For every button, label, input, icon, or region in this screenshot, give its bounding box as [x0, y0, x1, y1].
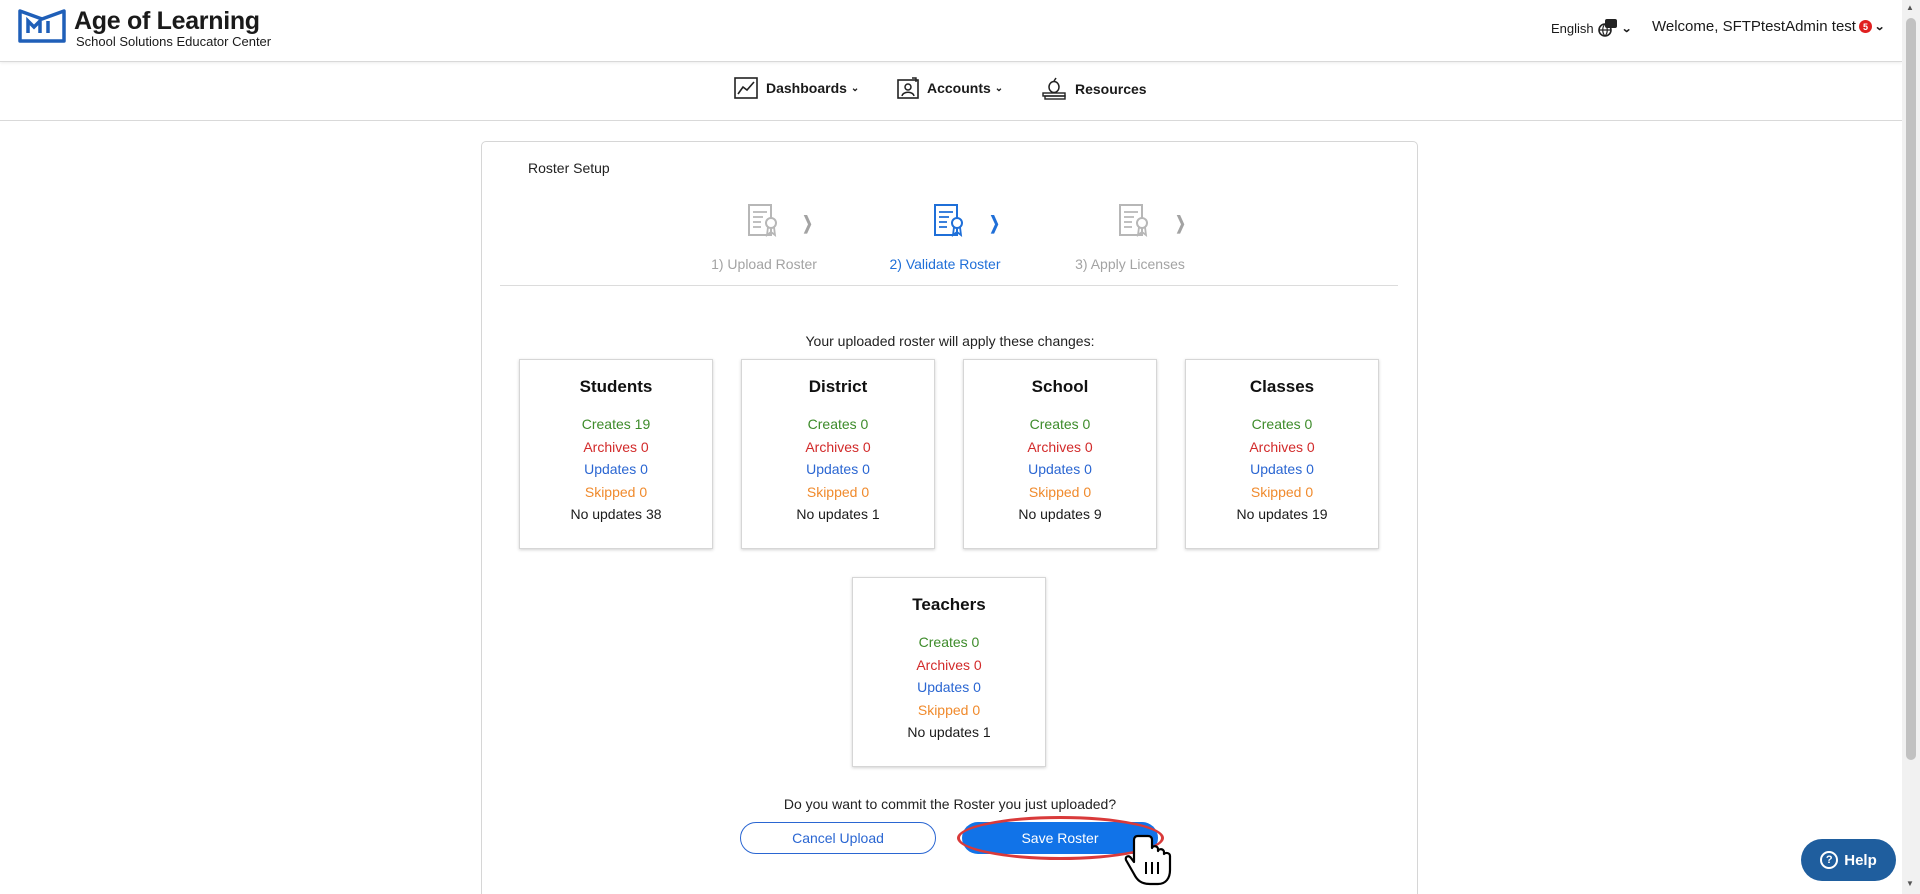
archives-count: Archives 0 [805, 438, 871, 455]
steps-divider [500, 285, 1398, 286]
archives-count: Archives 0 [1249, 438, 1315, 455]
language-selector[interactable]: English ⌄ [1551, 18, 1632, 38]
card-title: Classes [1249, 377, 1315, 396]
creates-count: Creates 19 [581, 416, 651, 432]
step-validate-roster[interactable]: 2) Validate Roster [845, 256, 1045, 272]
hand-cursor-icon [1124, 834, 1172, 886]
no-updates-count: No updates 38 [570, 506, 662, 522]
no-updates-count: No updates 19 [1236, 506, 1328, 522]
nav-dashboards-label: Dashboards [766, 80, 847, 96]
main-nav: Dashboards ⌄ Accounts ⌄ Resources [0, 63, 1902, 121]
step-apply-licenses[interactable]: 3) Apply Licenses [1030, 256, 1230, 272]
notification-badge[interactable]: 5 [1858, 20, 1872, 33]
document-icon [934, 204, 963, 237]
card-title: District [808, 377, 868, 396]
help-button[interactable]: ? Help [1801, 839, 1896, 881]
archives-count: Archives 0 [1027, 438, 1093, 455]
help-icon: ? [1820, 851, 1839, 869]
cancel-upload-button[interactable]: Cancel Upload [740, 822, 936, 854]
archives-count: Archives 0 [583, 438, 649, 455]
nav-resources-label: Resources [1075, 81, 1147, 97]
no-updates-count: No updates 1 [796, 506, 880, 522]
document-icon [748, 204, 777, 237]
language-icon [1597, 19, 1617, 37]
user-menu[interactable]: Welcome, SFTPtestAdmin test 5 ⌄ [1652, 18, 1886, 35]
chevron-down-icon: ⌄ [850, 82, 860, 94]
nav-accounts[interactable]: Accounts ⌄ [897, 77, 1003, 99]
no-updates-count: No updates 1 [907, 724, 991, 740]
updates-count: Updates 0 [806, 461, 870, 477]
chevron-down-icon: ⌄ [1874, 21, 1886, 33]
nav-resources[interactable]: Resources [1041, 77, 1147, 101]
chevron-right-icon: ❯ [989, 213, 1000, 233]
school-card: School Creates 0 Archives 0 Updates 0 Sk… [963, 359, 1157, 549]
resources-icon [1042, 77, 1066, 100]
top-header: Age of Learning School Solutions Educato… [0, 0, 1902, 62]
card-title: Teachers [912, 595, 986, 614]
nav-accounts-label: Accounts [927, 80, 991, 96]
card-title: Students [579, 377, 653, 396]
archives-count: Archives 0 [916, 656, 982, 673]
updates-count: Updates 0 [1028, 461, 1092, 477]
skipped-count: Skipped 0 [1028, 483, 1092, 500]
chevron-down-icon: ⌄ [994, 82, 1004, 94]
creates-count: Creates 0 [807, 416, 869, 432]
skipped-count: Skipped 0 [917, 701, 981, 718]
skipped-count: Skipped 0 [806, 483, 870, 500]
students-card: Students Creates 19 Archives 0 Updates 0… [519, 359, 713, 549]
chevron-right-icon: ❯ [802, 213, 813, 233]
skipped-count: Skipped 0 [1250, 483, 1314, 500]
intro-text: Your uploaded roster will apply these ch… [805, 333, 1095, 349]
accounts-icon [897, 77, 919, 99]
nav-dashboards[interactable]: Dashboards ⌄ [734, 77, 859, 99]
chevron-down-icon: ⌄ [1620, 22, 1632, 35]
skipped-count: Skipped 0 [584, 483, 648, 500]
scroll-down-icon[interactable]: ▼ [1906, 879, 1914, 888]
creates-count: Creates 0 [1029, 416, 1091, 432]
updates-count: Updates 0 [917, 679, 981, 695]
district-card: District Creates 0 Archives 0 Updates 0 … [741, 359, 935, 549]
document-icon [1119, 204, 1148, 237]
creates-count: Creates 0 [918, 634, 980, 650]
updates-count: Updates 0 [584, 461, 648, 477]
chevron-right-icon: ❯ [1175, 213, 1186, 233]
teachers-card: Teachers Creates 0 Archives 0 Updates 0 … [852, 577, 1046, 767]
dashboard-chart-icon [734, 77, 758, 99]
page-title: Roster Setup [528, 160, 610, 176]
page-scrollbar[interactable]: ▲ ▼ [1902, 0, 1920, 894]
updates-count: Updates 0 [1250, 461, 1314, 477]
step-upload-roster[interactable]: 1) Upload Roster [664, 256, 864, 272]
scroll-up-icon[interactable]: ▲ [1906, 3, 1914, 12]
logo-icon [18, 9, 66, 43]
commit-question: Do you want to commit the Roster you jus… [783, 796, 1117, 812]
classes-card: Classes Creates 0 Archives 0 Updates 0 S… [1185, 359, 1379, 549]
brand-subtitle: School Solutions Educator Center [76, 34, 272, 49]
no-updates-count: No updates 9 [1018, 506, 1102, 522]
help-label: Help [1844, 851, 1877, 869]
language-label: English [1551, 20, 1594, 36]
scroll-thumb[interactable] [1906, 18, 1916, 760]
brand-logo[interactable]: Age of Learning School Solutions Educato… [18, 7, 271, 49]
creates-count: Creates 0 [1251, 416, 1313, 432]
card-title: School [1031, 377, 1089, 396]
brand-title: Age of Learning [74, 7, 260, 35]
welcome-text: Welcome, SFTPtestAdmin test [1652, 18, 1856, 35]
